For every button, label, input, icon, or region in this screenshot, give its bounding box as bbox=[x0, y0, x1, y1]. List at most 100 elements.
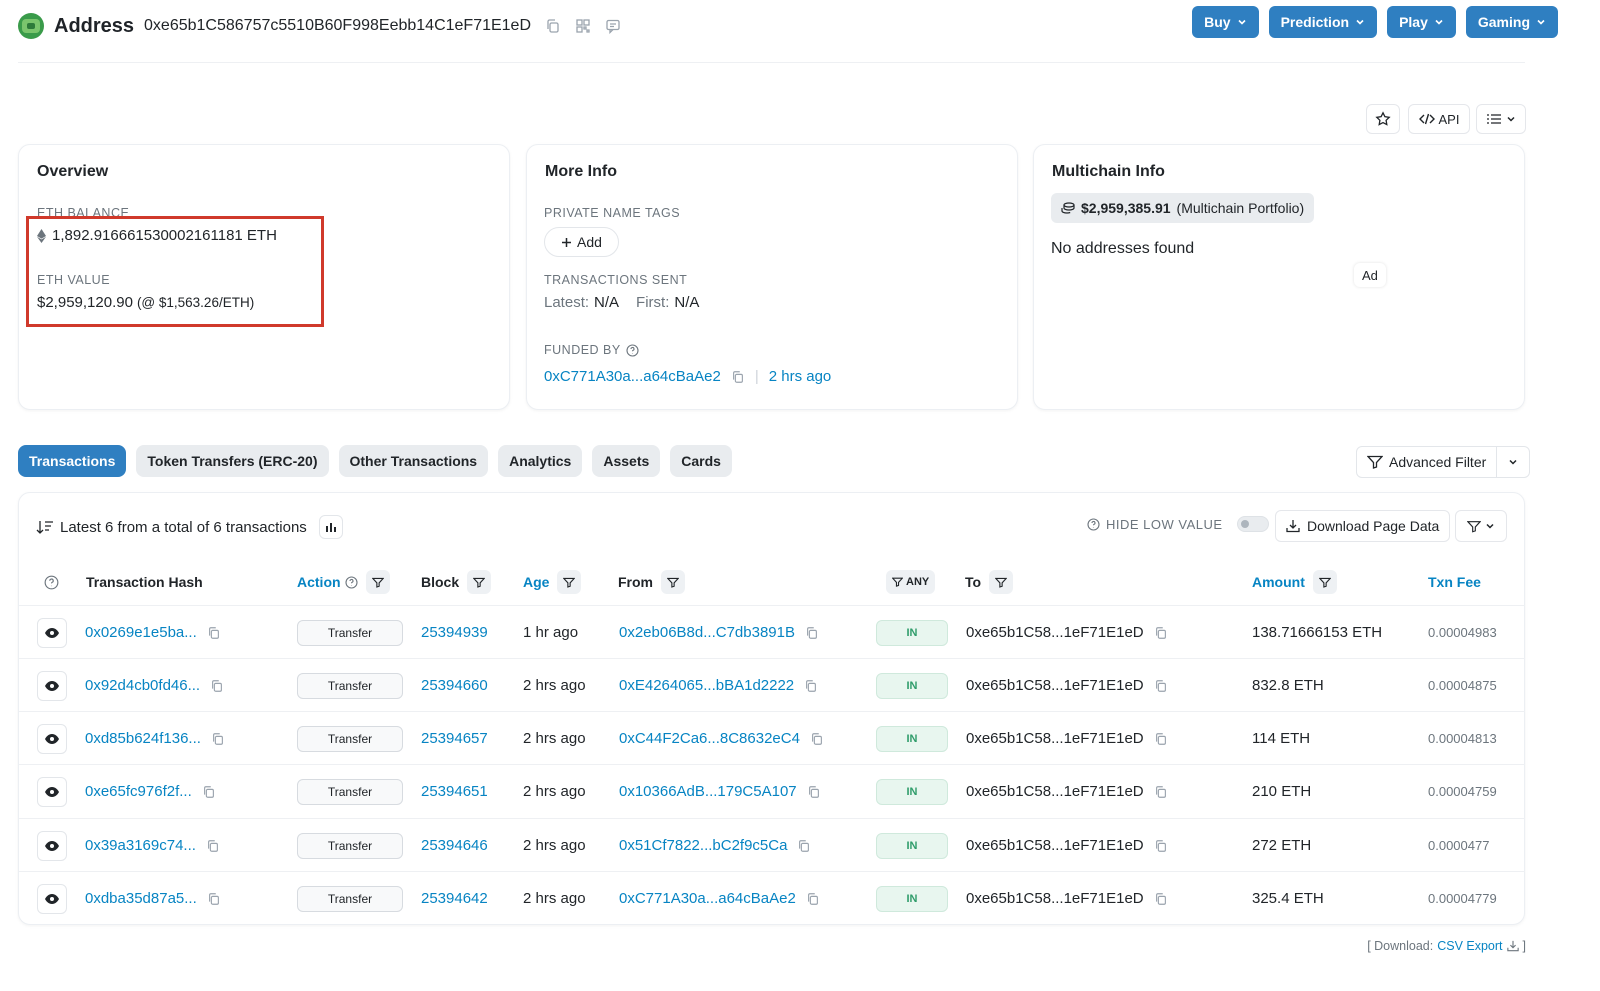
copy-icon[interactable] bbox=[207, 892, 221, 906]
download-icon[interactable] bbox=[1506, 940, 1519, 952]
table-filter-button[interactable] bbox=[1455, 510, 1507, 542]
from-address-link[interactable]: 0x2eb06B8d...C7db3891B bbox=[619, 624, 795, 641]
from-address-link[interactable]: 0xE4264065...bBA1d2222 bbox=[619, 677, 794, 694]
tx-hash-link[interactable]: 0xdba35d87a5... bbox=[85, 890, 197, 907]
copy-icon[interactable] bbox=[206, 839, 220, 853]
api-label: API bbox=[1438, 111, 1460, 127]
table-row: 0xdba35d87a5... Transfer 25394642 2 hrs … bbox=[19, 871, 1525, 924]
qr-code-icon[interactable] bbox=[575, 18, 591, 34]
block-link[interactable]: 25394657 bbox=[421, 730, 488, 747]
play-button[interactable]: Play bbox=[1387, 6, 1456, 38]
add-tag-button[interactable]: Add bbox=[544, 227, 619, 257]
direction-filter-label: ANY bbox=[906, 576, 930, 588]
tab-token-transfers[interactable]: Token Transfers (ERC-20) bbox=[136, 445, 329, 477]
list-options-button[interactable] bbox=[1476, 104, 1526, 134]
tab-cards[interactable]: Cards bbox=[670, 445, 732, 477]
copy-icon[interactable] bbox=[806, 892, 820, 906]
api-button[interactable]: API bbox=[1408, 104, 1470, 134]
eye-icon[interactable] bbox=[37, 617, 67, 648]
tx-hash-link[interactable]: 0x0269e1e5ba... bbox=[85, 624, 197, 641]
header-divider bbox=[18, 62, 1525, 63]
block-filter-icon[interactable] bbox=[467, 570, 492, 594]
comment-icon[interactable] bbox=[605, 18, 621, 34]
copy-icon[interactable] bbox=[211, 732, 225, 746]
copy-icon[interactable] bbox=[1154, 892, 1168, 906]
copy-icon[interactable] bbox=[1154, 785, 1168, 799]
copy-icon[interactable] bbox=[1154, 626, 1168, 640]
copy-icon[interactable] bbox=[731, 370, 745, 384]
copy-icon[interactable] bbox=[805, 626, 819, 640]
chart-icon[interactable] bbox=[318, 515, 343, 539]
copy-icon[interactable] bbox=[545, 18, 561, 34]
block-link[interactable]: 25394939 bbox=[421, 624, 488, 641]
tx-hash-link[interactable]: 0xd85b624f136... bbox=[85, 730, 201, 747]
copy-icon[interactable] bbox=[804, 679, 818, 693]
age-filter-icon[interactable] bbox=[557, 570, 582, 594]
funded-by-address-link[interactable]: 0xC771A30a...a64cBaAe2 bbox=[544, 368, 721, 385]
tab-assets[interactable]: Assets bbox=[592, 445, 661, 477]
advanced-filter-dropdown[interactable] bbox=[1497, 447, 1529, 477]
column-age-label[interactable]: Age bbox=[523, 574, 549, 590]
copy-icon[interactable] bbox=[210, 679, 224, 693]
amount-filter-icon[interactable] bbox=[1312, 570, 1337, 594]
to-filter-icon[interactable] bbox=[989, 570, 1014, 594]
column-age: Age bbox=[523, 570, 582, 594]
sort-icon[interactable] bbox=[36, 519, 54, 535]
tab-transactions[interactable]: Transactions bbox=[18, 445, 127, 477]
advanced-filter-button[interactable]: Advanced Filter bbox=[1357, 447, 1498, 477]
download-page-data-button[interactable]: Download Page Data bbox=[1275, 510, 1451, 542]
eye-icon[interactable] bbox=[37, 670, 67, 701]
column-transaction-hash: Transaction Hash bbox=[86, 572, 203, 592]
copy-icon[interactable] bbox=[1154, 732, 1168, 746]
copy-icon[interactable] bbox=[797, 839, 811, 853]
copy-icon[interactable] bbox=[1154, 839, 1168, 853]
eye-icon[interactable] bbox=[37, 776, 67, 807]
block-link[interactable]: 25394651 bbox=[421, 783, 488, 800]
tx-hash-link[interactable]: 0x92d4cb0fd46... bbox=[85, 677, 200, 694]
amount-text: 114 ETH bbox=[1252, 730, 1311, 747]
from-address-link[interactable]: 0x51Cf7822...bC2f9c5Ca bbox=[619, 837, 787, 854]
copy-icon[interactable] bbox=[1154, 679, 1168, 693]
copy-icon[interactable] bbox=[207, 626, 221, 640]
ad-badge[interactable]: Ad bbox=[1354, 263, 1386, 287]
copy-icon[interactable] bbox=[807, 785, 821, 799]
prediction-button[interactable]: Prediction bbox=[1268, 6, 1378, 38]
block-link[interactable]: 25394660 bbox=[421, 677, 488, 694]
copy-icon[interactable] bbox=[202, 785, 216, 799]
direction-filter-button[interactable]: ANY bbox=[886, 570, 936, 594]
column-amount: Amount bbox=[1252, 570, 1337, 594]
buy-button[interactable]: Buy bbox=[1192, 6, 1259, 38]
from-address-link[interactable]: 0xC771A30a...a64cBaAe2 bbox=[619, 890, 796, 907]
list-icon bbox=[1486, 113, 1502, 125]
help-icon[interactable] bbox=[345, 575, 358, 589]
from-address-link[interactable]: 0x10366AdB...179C5A107 bbox=[619, 783, 797, 800]
tx-hash-link[interactable]: 0xe65fc976f2f... bbox=[85, 783, 192, 800]
tab-analytics[interactable]: Analytics bbox=[498, 445, 583, 477]
eye-icon[interactable] bbox=[37, 883, 67, 914]
help-icon[interactable] bbox=[1087, 517, 1100, 531]
from-filter-icon[interactable] bbox=[661, 570, 685, 594]
gaming-button[interactable]: Gaming bbox=[1465, 6, 1558, 38]
funded-by-age-link[interactable]: 2 hrs ago bbox=[769, 368, 832, 385]
overview-title: Overview bbox=[37, 163, 109, 180]
column-amount-label[interactable]: Amount bbox=[1252, 574, 1305, 590]
column-fee-label[interactable]: Txn Fee bbox=[1428, 574, 1481, 590]
portfolio-value: $2,959,385.91 bbox=[1081, 200, 1171, 216]
action-filter-icon[interactable] bbox=[365, 570, 390, 594]
csv-export-link[interactable]: CSV Export bbox=[1437, 939, 1502, 953]
hide-low-value-toggle[interactable] bbox=[1236, 516, 1269, 532]
favorite-button[interactable] bbox=[1366, 104, 1400, 134]
tab-other-transactions[interactable]: Other Transactions bbox=[338, 445, 489, 477]
tx-hash-link[interactable]: 0x39a3169c74... bbox=[85, 837, 196, 854]
column-help[interactable] bbox=[44, 572, 59, 592]
help-icon[interactable] bbox=[626, 343, 639, 357]
column-block-label: Block bbox=[421, 574, 460, 590]
eye-icon[interactable] bbox=[37, 723, 67, 754]
multichain-portfolio-button[interactable]: $2,959,385.91 (Multichain Portfolio) bbox=[1051, 193, 1315, 223]
eye-icon[interactable] bbox=[37, 830, 67, 861]
block-link[interactable]: 25394646 bbox=[421, 837, 488, 854]
block-link[interactable]: 25394642 bbox=[421, 890, 488, 907]
copy-icon[interactable] bbox=[810, 732, 824, 746]
txn-fee-text: 0.00004779 bbox=[1428, 891, 1497, 906]
from-address-link[interactable]: 0xC44F2Ca6...8C8632eC4 bbox=[619, 730, 800, 747]
